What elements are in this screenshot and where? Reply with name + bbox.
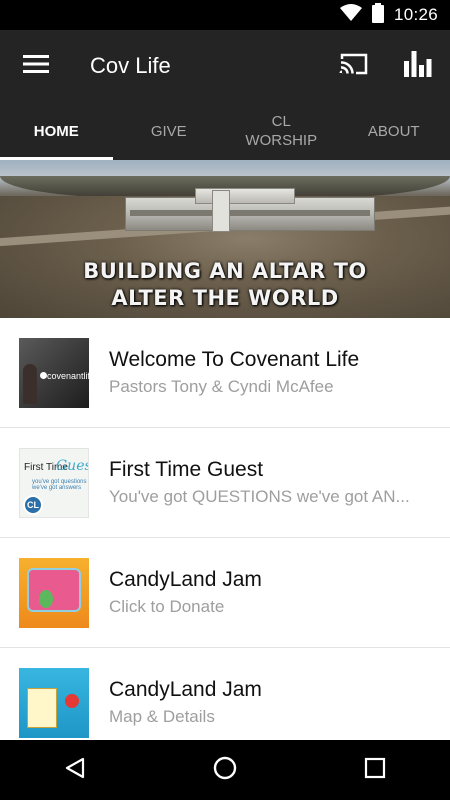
list-item-subtitle: Pastors Tony & Cyndi McAfee bbox=[109, 377, 334, 396]
banner-building-tower bbox=[212, 190, 230, 232]
bar-chart-icon bbox=[403, 50, 433, 82]
wifi-icon bbox=[339, 3, 362, 27]
tab-bar: HOME GIVE CL WORSHIP ABOUT bbox=[0, 102, 450, 160]
covenant-logo-icon bbox=[40, 371, 47, 379]
banner-caption: BUILDING AN ALTAR TO ALTER THE WORLD bbox=[0, 258, 450, 312]
hero-banner[interactable]: BUILDING AN ALTAR TO ALTER THE WORLD bbox=[0, 160, 450, 318]
list-item[interactable]: covenantlife Welcome To Covenant Life Pa… bbox=[0, 318, 450, 428]
battery-icon bbox=[371, 2, 384, 28]
back-button[interactable] bbox=[35, 740, 115, 800]
banner-building-wing bbox=[195, 188, 295, 204]
list-item-title: CandyLand Jam bbox=[109, 568, 262, 591]
stats-button[interactable] bbox=[386, 30, 450, 102]
candyland-poster-frame bbox=[27, 567, 81, 612]
list-item[interactable]: CandyLand Jam Click to Donate bbox=[0, 538, 450, 648]
app-bar: Cov Life bbox=[0, 30, 450, 102]
tab-give[interactable]: GIVE bbox=[113, 102, 226, 160]
banner-caption-line2: ALTER THE WORLD bbox=[111, 286, 339, 310]
candyland-map-thumbnail bbox=[19, 667, 89, 738]
tab-cl-worship[interactable]: CL WORSHIP bbox=[225, 102, 338, 160]
recents-icon bbox=[364, 757, 386, 784]
map-pin-icon bbox=[65, 693, 79, 708]
cast-icon bbox=[339, 52, 369, 81]
home-button[interactable] bbox=[185, 740, 265, 800]
content-list: covenantlife Welcome To Covenant Life Pa… bbox=[0, 318, 450, 740]
status-time: 10:26 bbox=[393, 5, 438, 24]
list-item-subtitle: Click to Donate bbox=[109, 597, 225, 616]
menu-button[interactable] bbox=[0, 30, 72, 102]
pastor-figure bbox=[23, 363, 37, 404]
list-item-title: CandyLand Jam bbox=[109, 678, 262, 701]
guest-thumb-tagline: you've got questions we've got answers bbox=[32, 478, 87, 491]
menu-icon bbox=[23, 54, 49, 79]
home-icon bbox=[212, 755, 238, 786]
tab-about[interactable]: ABOUT bbox=[338, 102, 450, 160]
welcome-thumbnail: covenantlife bbox=[19, 337, 89, 408]
list-item-title: Welcome To Covenant Life bbox=[109, 348, 360, 371]
status-bar: 10:26 bbox=[0, 0, 450, 30]
recents-button[interactable] bbox=[335, 740, 415, 800]
guest-thumbnail: First Time Guest you've got questions we… bbox=[19, 447, 89, 518]
map-graphic bbox=[27, 687, 57, 728]
banner-caption-line1: BUILDING AN ALTAR TO bbox=[83, 259, 367, 283]
candyland-donate-thumbnail bbox=[19, 557, 89, 628]
covenant-logo-text: covenantlife bbox=[47, 370, 89, 381]
app-title: Cov Life bbox=[90, 53, 171, 78]
tab-home[interactable]: HOME bbox=[0, 102, 113, 160]
list-item-subtitle: You've got QUESTIONS we've got AN... bbox=[109, 487, 410, 506]
cl-badge-icon: CL bbox=[23, 494, 43, 515]
list-item[interactable]: CandyLand Jam Map & Details bbox=[0, 648, 450, 740]
list-item-title: First Time Guest bbox=[109, 458, 264, 481]
candyland-poster-figure bbox=[39, 589, 53, 608]
cast-button[interactable] bbox=[322, 30, 386, 102]
back-icon bbox=[64, 757, 86, 784]
guest-thumb-script: Guest bbox=[56, 457, 88, 474]
system-nav-bar bbox=[0, 740, 450, 800]
list-item-subtitle: Map & Details bbox=[109, 707, 215, 726]
list-item[interactable]: First Time Guest you've got questions we… bbox=[0, 428, 450, 538]
banner-building-stripe bbox=[130, 210, 370, 216]
